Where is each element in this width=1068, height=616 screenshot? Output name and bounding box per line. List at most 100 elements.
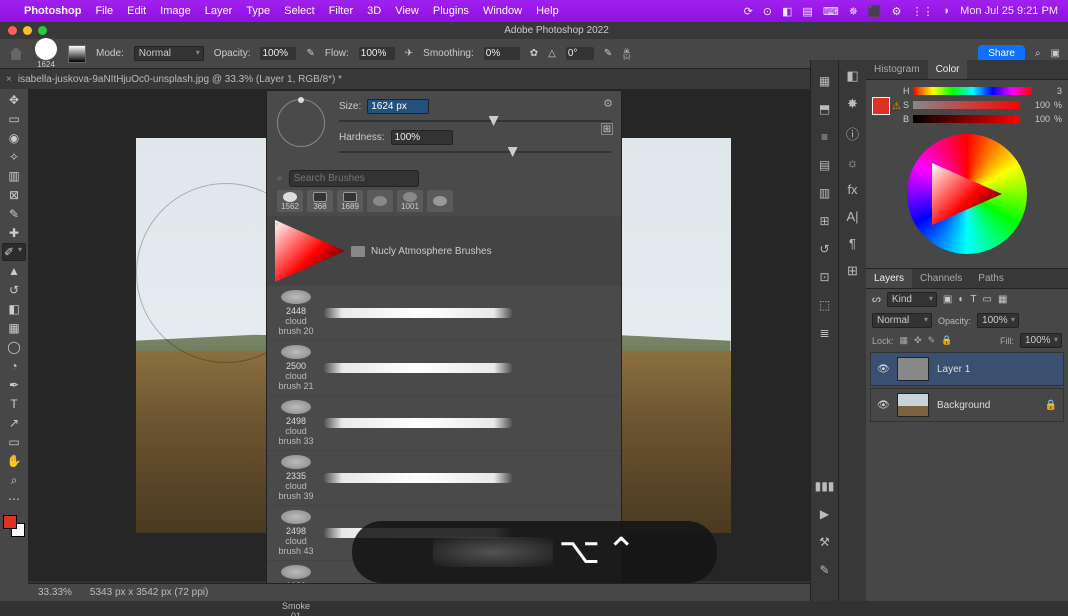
zoom-window-button[interactable] (38, 26, 47, 35)
panel-icon[interactable]: ▮▮▮ (815, 479, 835, 493)
pen-tool[interactable]: ✒ (2, 376, 26, 394)
recent-brush[interactable]: 1001 (397, 190, 423, 212)
menu-select[interactable]: Select (284, 5, 315, 17)
recent-brush[interactable]: 368 (307, 190, 333, 212)
visibility-icon[interactable]: 👁 (877, 400, 889, 411)
tray-icon[interactable]: ✵ (849, 5, 858, 18)
swatches-icon[interactable]: ✸ (847, 96, 858, 112)
brush-row[interactable]: 2448cloud brush 20 (267, 286, 621, 341)
home-icon[interactable] (8, 46, 24, 62)
lock-paint-icon[interactable]: ✎ (928, 335, 936, 346)
tray-icon[interactable]: ⊙ (763, 5, 772, 18)
layer-row[interactable]: 👁Background🔒 (870, 388, 1064, 422)
menu-type[interactable]: Type (246, 5, 270, 17)
color-wheel[interactable] (907, 134, 1027, 254)
foreground-swatch[interactable] (3, 515, 17, 529)
smoothing-gear-icon[interactable]: ✿ (530, 48, 538, 59)
lasso-tool[interactable]: ◉ (2, 129, 26, 147)
foreground-background-colors[interactable] (3, 515, 25, 537)
blur-tool[interactable]: ◯ (2, 338, 26, 356)
menu-window[interactable]: Window (483, 5, 522, 17)
shape-tool[interactable]: ▭ (2, 433, 26, 451)
tray-icon[interactable]: ⚙ (892, 5, 902, 18)
pressure-opacity-icon[interactable]: ✎ (306, 48, 314, 59)
panel-icon[interactable]: ▥ (819, 186, 830, 200)
tray-icon[interactable]: ⌨ (823, 5, 839, 18)
menu-layer[interactable]: Layer (205, 5, 233, 17)
angle-input[interactable] (566, 47, 594, 60)
pressure-size-icon[interactable]: ✎ (604, 48, 612, 59)
hardness-input[interactable] (391, 130, 453, 145)
brush-row[interactable]: 2500cloud brush 21 (267, 341, 621, 396)
play-icon[interactable]: ▶ (820, 507, 829, 521)
tray-icon[interactable]: ▤ (802, 5, 812, 18)
tray-icon[interactable]: ⬛ (868, 5, 882, 18)
flyout-gear-icon[interactable]: ⚙ (603, 97, 613, 110)
brush-row[interactable]: 2335cloud brush 39 (267, 451, 621, 506)
panel-icon[interactable]: ▦ (819, 74, 830, 88)
filter-shape-icon[interactable]: ▭ (983, 294, 992, 305)
symmetry-icon[interactable]: 𓆣 (622, 46, 631, 62)
move-tool[interactable]: ✥ (2, 91, 26, 109)
zoom-tool[interactable]: ⌕ (2, 471, 26, 489)
tray-wifi-icon[interactable]: ⋮⋮ (912, 5, 934, 18)
layer-thumbnail[interactable] (897, 357, 929, 381)
sat-slider[interactable] (913, 101, 1020, 109)
search-icon[interactable]: ⌕ (1035, 48, 1041, 59)
lock-pixels-icon[interactable]: ▦ (900, 335, 909, 346)
edit-toolbar-icon[interactable]: ⋯ (2, 490, 26, 508)
zoom-level[interactable]: 33.33% (38, 587, 72, 598)
search-brushes-input[interactable] (289, 170, 419, 187)
workspace-icon[interactable]: ▣ (1051, 48, 1060, 59)
panel-icon[interactable]: ⊡ (819, 270, 829, 284)
lock-all-icon[interactable]: 🔒 (941, 335, 952, 346)
menu-filter[interactable]: Filter (329, 5, 353, 17)
menu-help[interactable]: Help (536, 5, 559, 17)
new-brush-icon[interactable]: ⊞ (601, 123, 613, 135)
app-name[interactable]: Photoshop (24, 5, 81, 17)
layer-name[interactable]: Background (937, 400, 990, 411)
tab-histogram[interactable]: Histogram (866, 60, 928, 79)
path-tool[interactable]: ↗ (2, 414, 26, 432)
eyedropper-tool[interactable]: ✎ (2, 205, 26, 223)
layer-thumbnail[interactable] (897, 393, 929, 417)
layer-row[interactable]: 👁Layer 1 (870, 352, 1064, 386)
tray-battery-icon[interactable]: ◗ (944, 5, 951, 17)
menu-view[interactable]: View (395, 5, 419, 17)
character-icon[interactable]: A| (846, 209, 858, 224)
brush-row[interactable]: 2498cloud brush 33 (267, 396, 621, 451)
panel-icon[interactable]: ↺ (819, 242, 829, 256)
filter-adjust-icon[interactable]: ◐ (958, 294, 964, 305)
fg-swatch[interactable] (872, 97, 890, 115)
type-tool[interactable]: T (2, 395, 26, 413)
brush-preview-icon[interactable] (35, 38, 57, 60)
tab-layers[interactable]: Layers (866, 269, 912, 288)
opacity-input[interactable] (260, 47, 296, 60)
brush-angle-control[interactable] (277, 99, 325, 147)
menu-image[interactable]: Image (160, 5, 191, 17)
history-brush-tool[interactable]: ↺ (2, 281, 26, 299)
blend-mode-select[interactable]: Normal (872, 313, 932, 328)
crop-tool[interactable]: ▥ (2, 167, 26, 185)
menu-file[interactable]: File (95, 5, 113, 17)
disclosure-triangle-icon[interactable]: ▾ (275, 220, 345, 282)
info-icon[interactable]: ⓘ (846, 124, 859, 143)
brush-size-input[interactable] (367, 99, 429, 114)
lock-position-icon[interactable]: ✜ (914, 335, 922, 346)
brush-settings-icon[interactable] (68, 45, 86, 63)
hardness-slider[interactable] (339, 151, 611, 153)
eraser-tool[interactable]: ◧ (2, 300, 26, 318)
panel-icon[interactable]: ⬚ (819, 298, 830, 312)
panel-icon[interactable]: ▤ (819, 158, 830, 172)
brush-folder-header[interactable]: ▾ Nucly Atmosphere Brushes (267, 216, 621, 286)
recent-brush[interactable] (367, 190, 393, 212)
minimize-window-button[interactable] (23, 26, 32, 35)
filter-kind-select[interactable]: Kind (887, 292, 937, 307)
libraries-icon[interactable]: ⊞ (847, 263, 858, 279)
airbrush-icon[interactable]: ✈ (405, 48, 413, 59)
visibility-icon[interactable]: 👁 (877, 364, 889, 375)
tray-icon[interactable]: ◧ (782, 5, 792, 18)
recent-brush[interactable]: 1689 (337, 190, 363, 212)
panel-icon[interactable]: ⊞ (819, 214, 829, 228)
menu-3d[interactable]: 3D (367, 5, 381, 17)
